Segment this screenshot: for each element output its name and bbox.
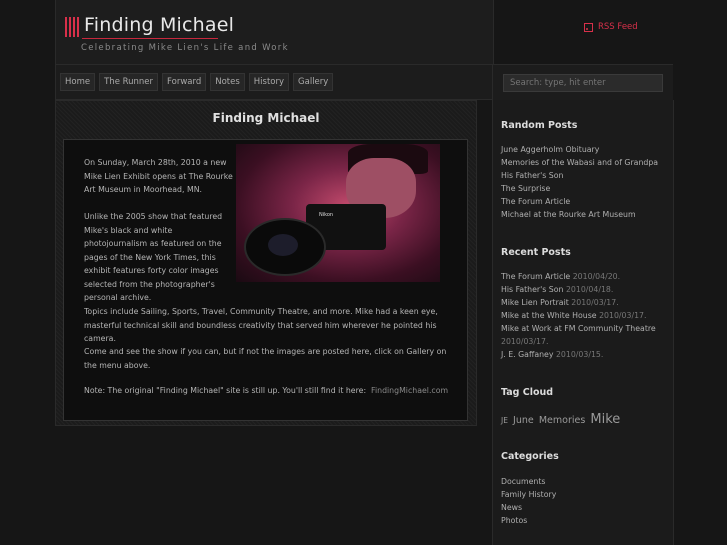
post-paragraph-4: Come and see the show if you can, but if… <box>84 347 447 370</box>
nav-history[interactable]: History <box>248 73 290 91</box>
random-post-item[interactable]: Memories of the Wabasi and of Grandpa <box>501 156 666 169</box>
post-note-text: Note: The original "Finding Michael" sit… <box>84 386 367 395</box>
post-paragraph-1: On Sunday, March 28th, 2010 a new Mike L… <box>84 158 233 194</box>
sidebar: Random Posts June Aggerholm Obituary Mem… <box>492 100 674 545</box>
post-paragraph-5: Note: The original "Finding Michael" sit… <box>84 384 454 398</box>
recent-posts-heading: Recent Posts <box>501 247 571 258</box>
rss-feed-link[interactable]: RSS Feed <box>584 22 638 32</box>
recent-post-date: 2010/03/17. <box>599 311 647 320</box>
recent-post-date: 2010/03/17. <box>571 298 619 307</box>
nav-home[interactable]: Home <box>60 73 96 91</box>
category-item[interactable]: Photos <box>501 514 666 527</box>
recent-post-item[interactable]: Mike at the White House 2010/03/17. <box>501 309 666 322</box>
site-header: Finding Michael Celebrating Mike Lien's … <box>55 0 494 64</box>
photo-camera-lens <box>244 218 326 276</box>
random-post-item[interactable]: His Father's Son <box>501 169 666 182</box>
tag-mike[interactable]: Mike <box>590 412 620 427</box>
post-body: Nikon On Sunday, March 28th, 2010 a new … <box>63 139 468 421</box>
random-post-item[interactable]: Michael at the Rourke Art Museum <box>501 208 666 221</box>
category-item[interactable]: Family History <box>501 488 666 501</box>
main-content: Finding Michael Nikon On Sunday, March 2… <box>55 100 477 426</box>
recent-post-date: 2010/04/20. <box>572 272 621 281</box>
tag-june[interactable]: June <box>513 415 534 426</box>
recent-posts-list: The Forum Article 2010/04/20. His Father… <box>501 270 666 361</box>
logo-bars-icon <box>65 17 79 37</box>
recent-post-title[interactable]: Mike Lien Portrait <box>501 298 569 307</box>
search-input[interactable] <box>503 74 663 92</box>
camera-brand-label: Nikon <box>319 212 334 218</box>
nav-notes[interactable]: Notes <box>210 73 245 91</box>
recent-post-item[interactable]: Mike at Work at FM Community Theatre 201… <box>501 322 666 348</box>
recent-post-item[interactable]: Mike Lien Portrait 2010/03/17. <box>501 296 666 309</box>
categories-list: Documents Family History News Photos <box>501 475 666 527</box>
search-area <box>492 64 673 101</box>
nav-forward[interactable]: Forward <box>162 73 207 91</box>
nav-gallery[interactable]: Gallery <box>293 73 334 91</box>
rss-label: RSS Feed <box>598 22 638 32</box>
recent-post-date: 2010/04/18. <box>565 285 614 294</box>
tag-cloud-heading: Tag Cloud <box>501 387 554 398</box>
recent-post-date: 2010/03/15. <box>555 350 604 359</box>
category-item[interactable]: News <box>501 501 666 514</box>
recent-post-title[interactable]: Mike at the White House <box>501 311 597 320</box>
main-nav: Home The Runner Forward Notes History Ga… <box>55 64 492 100</box>
site-tagline: Celebrating Mike Lien's Life and Work <box>81 43 289 53</box>
tag-je[interactable]: JE <box>501 416 508 425</box>
recent-post-title[interactable]: The Forum Article <box>501 272 570 281</box>
recent-post-title[interactable]: His Father's Son <box>501 285 563 294</box>
post-paragraph-3: Topics include Sailing, Sports, Travel, … <box>84 307 438 343</box>
site-title[interactable]: Finding Michael <box>84 14 234 36</box>
random-posts-heading: Random Posts <box>501 120 578 131</box>
post-paragraph-2: Unlike the 2005 show that featured Mike'… <box>84 212 223 302</box>
random-post-item[interactable]: The Surprise <box>501 182 666 195</box>
recent-post-title[interactable]: Mike at Work at FM Community Theatre <box>501 324 656 333</box>
rss-icon <box>584 22 593 32</box>
tag-memories[interactable]: Memories <box>539 415 585 426</box>
tag-cloud: JE June Memories Mike <box>501 408 620 427</box>
photo-lens-glass <box>268 234 298 256</box>
recent-post-item[interactable]: J. E. Gaffaney 2010/03/15. <box>501 348 666 361</box>
post-photo: Nikon <box>236 144 440 282</box>
nav-the-runner[interactable]: The Runner <box>99 73 159 91</box>
recent-post-item[interactable]: His Father's Son 2010/04/18. <box>501 283 666 296</box>
recent-post-date: 2010/03/17. <box>501 337 549 346</box>
recent-post-item[interactable]: The Forum Article 2010/04/20. <box>501 270 666 283</box>
post-title[interactable]: Finding Michael <box>56 111 476 125</box>
random-post-item[interactable]: The Forum Article <box>501 195 666 208</box>
findingmichael-link[interactable]: FindingMichael.com <box>371 386 448 395</box>
categories-heading: Categories <box>501 451 559 462</box>
random-post-item[interactable]: June Aggerholm Obituary <box>501 143 666 156</box>
title-underline <box>82 38 218 39</box>
random-posts-list: June Aggerholm Obituary Memories of the … <box>501 143 666 221</box>
recent-post-title[interactable]: J. E. Gaffaney <box>501 350 553 359</box>
category-item[interactable]: Documents <box>501 475 666 488</box>
